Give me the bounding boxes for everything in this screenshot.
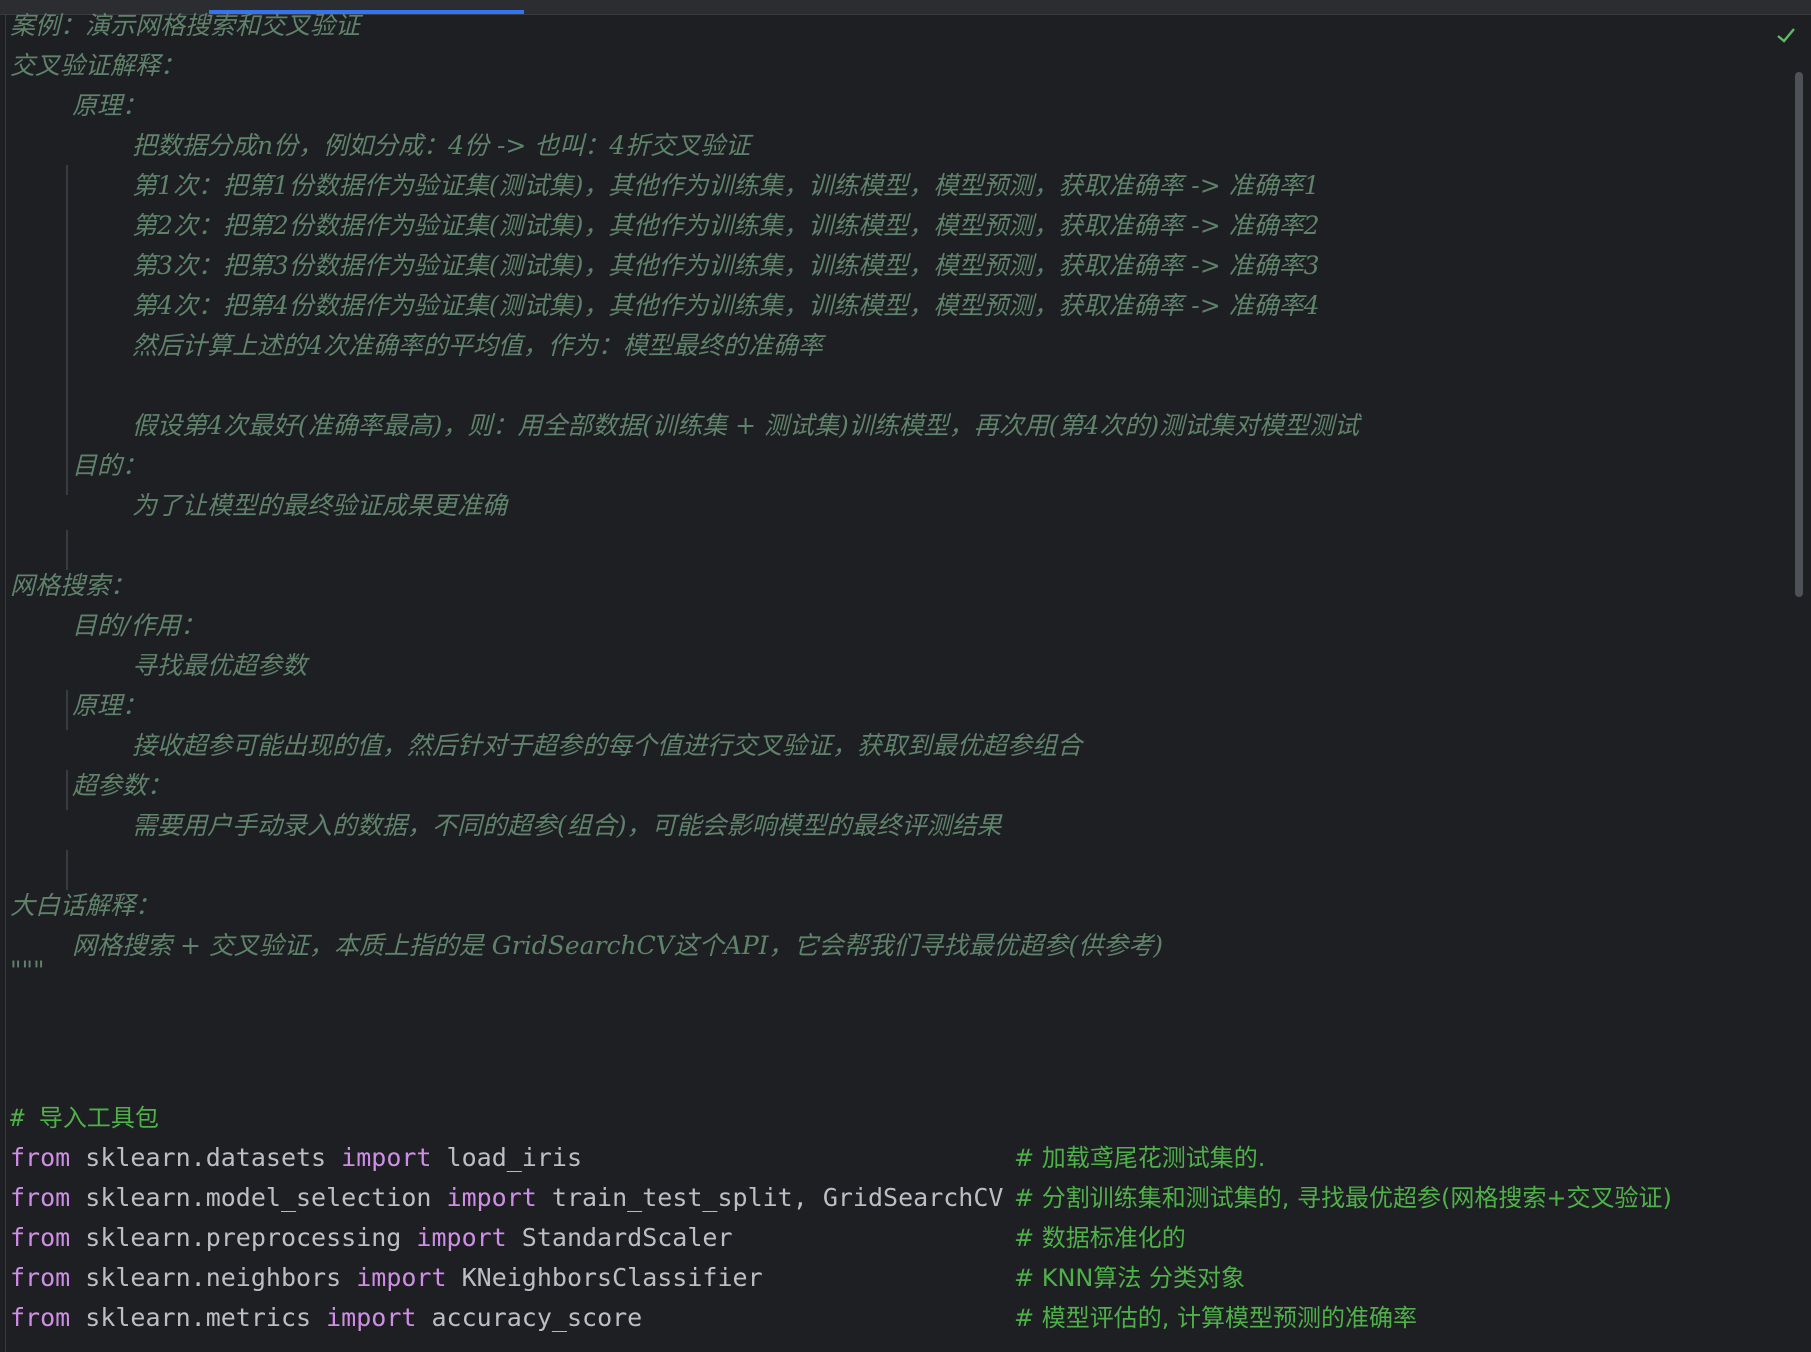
code-line: 把数据分成n份，例如分成：4份 -> 也叫：4折交叉验证 (10, 126, 1785, 167)
inline-comment: # KNN算法 分类对象 (1014, 1264, 1246, 1292)
inline-comment: # 加载鸢尾花测试集的. (1014, 1144, 1266, 1172)
docstring-close: """ (10, 956, 45, 985)
docstring-text: 第2次：把第2份数据作为验证集(测试集)，其他作为训练集，训练模型，模型预测，获… (132, 211, 1320, 240)
code-line: 案例：演示网格搜索和交叉验证 (10, 6, 1785, 47)
import-line: from sklearn.preprocessing import Standa… (10, 1218, 1785, 1258)
module-name: sklearn.metrics (85, 1303, 312, 1332)
docstring-text: 把数据分成n份，例如分成：4份 -> 也叫：4折交叉验证 (132, 131, 751, 160)
docstring-text: 大白话解释： (10, 891, 161, 920)
docstring-text: 第1次：把第1份数据作为验证集(测试集)，其他作为训练集，训练模型，模型预测，获… (132, 171, 1320, 200)
keyword-import: import (326, 1303, 417, 1332)
vertical-scrollbar[interactable] (1795, 72, 1803, 597)
imported-names: StandardScaler (521, 1223, 733, 1252)
docstring-text: 第3次：把第3份数据作为验证集(测试集)，其他作为训练集，训练模型，模型预测，获… (132, 251, 1320, 280)
keyword-import: import (416, 1223, 507, 1252)
module-name: sklearn.preprocessing (85, 1223, 402, 1252)
gutter-border (5, 14, 6, 1352)
inline-comment: # 数据标准化的 (1014, 1224, 1186, 1252)
imported-names: train_test_split, GridSearchCV (551, 1183, 1004, 1212)
docstring-text: 目的： (72, 451, 148, 480)
docstring-text: 为了让模型的最终验证成果更准确 (132, 491, 508, 520)
docstring-text: 假设第4次最好(准确率最高)，则：用全部数据(训练集 + 测试集)训练模型，再次… (132, 411, 1360, 440)
keyword-from: from (10, 1263, 71, 1292)
code-line: 原理： (10, 86, 1785, 127)
code-line: 寻找最优超参数 (10, 646, 1785, 687)
docstring-text: 超参数： (72, 771, 173, 800)
keyword-from: from (10, 1143, 71, 1172)
code-line: 交叉验证解释： (10, 46, 1785, 87)
code-line: 第3次：把第3份数据作为验证集(测试集)，其他作为训练集，训练模型，模型预测，获… (10, 246, 1785, 287)
import-statement: from sklearn.metrics import accuracy_sco… (10, 1298, 642, 1338)
import-statement: from sklearn.model_selection import trai… (10, 1178, 1003, 1218)
import-line: from sklearn.neighbors import KNeighbors… (10, 1258, 1785, 1298)
code-line: """ (10, 956, 1785, 986)
docstring-text: 需要用户手动录入的数据，不同的超参(组合)，可能会影响模型的最终评测结果 (132, 811, 1002, 840)
docstring-text: 交叉验证解释： (10, 51, 186, 80)
code-line: 接收超参可能出现的值，然后针对于超参的每个值进行交叉验证，获取到最优超参组合 (10, 726, 1785, 767)
code-line: 原理： (10, 686, 1785, 727)
import-statement: from sklearn.preprocessing import Standa… (10, 1218, 733, 1258)
import-line: from sklearn.metrics import accuracy_sco… (10, 1298, 1785, 1338)
code-line: 第2次：把第2份数据作为验证集(测试集)，其他作为训练集，训练模型，模型预测，获… (10, 206, 1785, 247)
code-line: 网格搜索： (10, 566, 1785, 607)
code-line: 然后计算上述的4次准确率的平均值，作为：模型最终的准确率 (10, 326, 1785, 367)
docstring-text: 原理： (72, 91, 148, 120)
docstring-text: 接收超参可能出现的值，然后针对于超参的每个值进行交叉验证，获取到最优超参组合 (132, 731, 1083, 760)
code-line: 为了让模型的最终验证成果更准确 (10, 486, 1785, 527)
docstring-text: 然后计算上述的4次准确率的平均值，作为：模型最终的准确率 (132, 331, 823, 360)
module-name: sklearn.model_selection (85, 1183, 432, 1212)
import-line: from sklearn.model_selection import trai… (10, 1178, 1785, 1218)
keyword-from: from (10, 1303, 71, 1332)
docstring-text: 目的/作用： (72, 611, 206, 640)
import-statement: from sklearn.neighbors import KNeighbors… (10, 1258, 763, 1298)
docstring-text: 第4次：把第4份数据作为验证集(测试集)，其他作为训练集，训练模型，模型预测，获… (132, 291, 1320, 320)
keyword-from: from (10, 1223, 71, 1252)
keyword-from: from (10, 1183, 71, 1212)
code-line: 目的/作用： (10, 606, 1785, 647)
keyword-import: import (341, 1143, 432, 1172)
code-editor[interactable]: 案例：演示网格搜索和交叉验证 交叉验证解释： 原理： 把数据分成n份，例如分成：… (0, 0, 1811, 1352)
imported-names: KNeighborsClassifier (461, 1263, 763, 1292)
keyword-import: import (356, 1263, 447, 1292)
import-line: from sklearn.datasets import load_iris #… (10, 1138, 1785, 1178)
code-line: 大白话解释： (10, 886, 1785, 927)
import-statement: from sklearn.datasets import load_iris (10, 1138, 582, 1178)
docstring-text: 案例：演示网格搜索和交叉验证 (10, 11, 361, 40)
keyword-import: import (446, 1183, 537, 1212)
comment-line: # 导入工具包 (10, 1104, 159, 1132)
import-section: # 导入工具包 from sklearn.datasets import loa… (10, 1098, 1785, 1348)
docstring-text: 网格搜索： (10, 571, 136, 600)
code-line: 第1次：把第1份数据作为验证集(测试集)，其他作为训练集，训练模型，模型预测，获… (10, 166, 1785, 207)
code-line: 超参数： (10, 766, 1785, 807)
code-line: 第4次：把第4份数据作为验证集(测试集)，其他作为训练集，训练模型，模型预测，获… (10, 286, 1785, 327)
imported-names: accuracy_score (431, 1303, 643, 1332)
module-name: sklearn.neighbors (85, 1263, 342, 1292)
inline-comment: # 模型评估的, 计算模型预测的准确率 (1014, 1304, 1417, 1332)
imported-names: load_iris (446, 1143, 583, 1172)
docstring-text: 寻找最优超参数 (132, 651, 308, 680)
code-line: 目的： (10, 446, 1785, 487)
code-line: 假设第4次最好(准确率最高)，则：用全部数据(训练集 + 测试集)训练模型，再次… (10, 406, 1785, 447)
inline-comment: # 分割训练集和测试集的, 寻找最优超参(网格搜索+交叉验证) (1014, 1184, 1672, 1212)
code-line: 需要用户手动录入的数据，不同的超参(组合)，可能会影响模型的最终评测结果 (10, 806, 1785, 847)
docstring-text: 原理： (72, 691, 148, 720)
module-name: sklearn.datasets (85, 1143, 327, 1172)
